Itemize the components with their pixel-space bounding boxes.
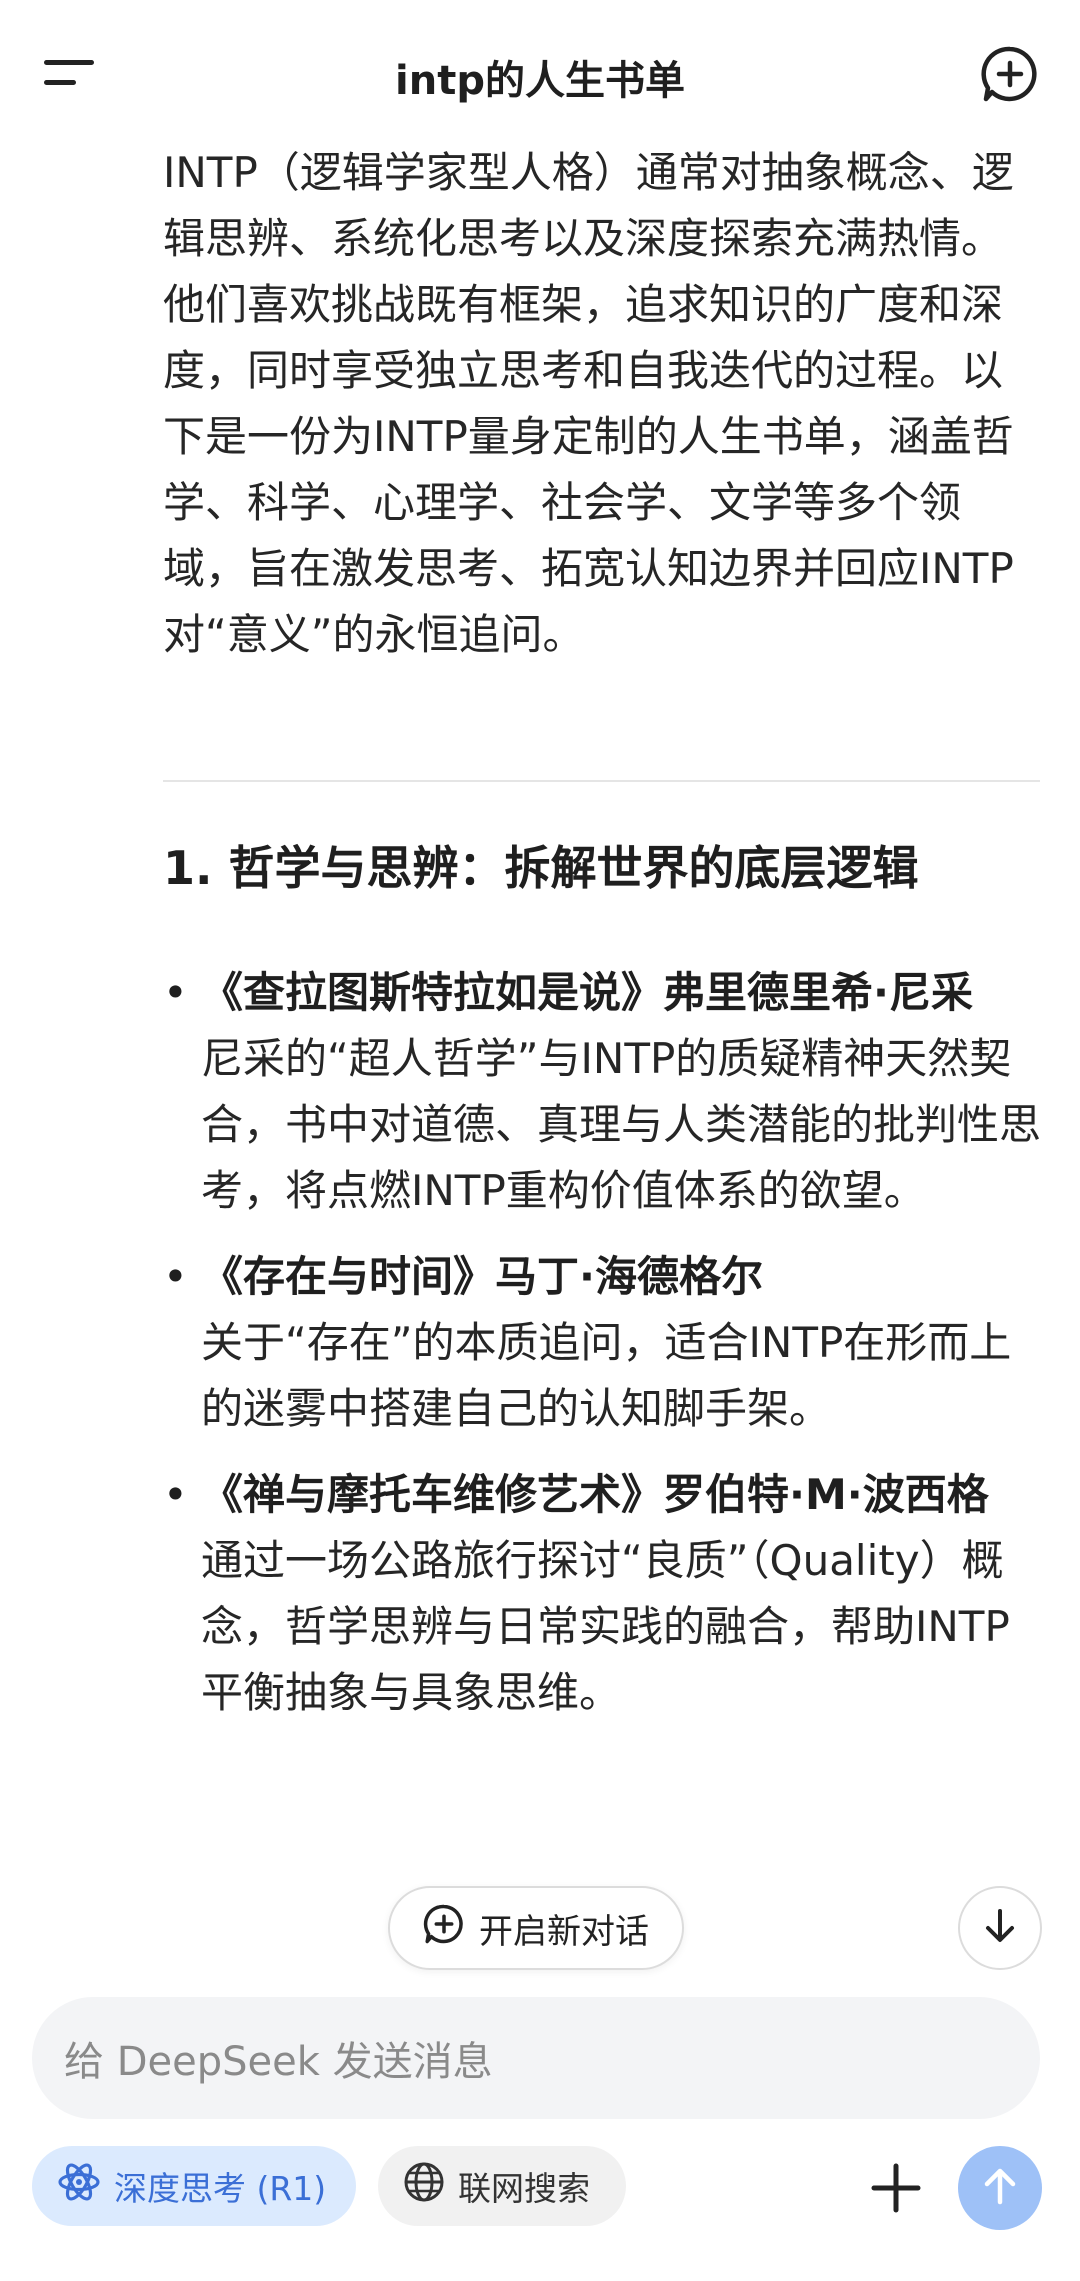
new-dialog-button[interactable]: 开启新对话 [388,1886,684,1970]
new-chat-icon [423,1903,465,1954]
message-placeholder: 给 DeepSeek 发送消息 [64,2039,493,2085]
new-dialog-label: 开启新对话 [479,1911,649,1952]
new-chat-icon[interactable] [980,44,1040,104]
divider [163,780,1040,782]
bullet: • [163,1470,188,1519]
conversation-title: intp的人生书单 [395,58,685,104]
deep-think-label: 深度思考 (R1) [114,2169,327,2208]
book-title: 《禅与摩托车维修艺术》罗伯特·M·波西格 [201,1470,989,1519]
book-description: 尼采的“超人哲学”与INTP的质疑精神天然契合，书中对道德、真理与人类潜能的批判… [201,1034,1042,1215]
list-item: • 《查拉图斯特拉如是说》弗里德里希·尼采 尼采的“超人哲学”与INTP的质疑精… [163,960,1043,1224]
list-item: • 《存在与时间》马丁·海德格尔 关于“存在”的本质追问，适合INTP在形而上的… [163,1244,1043,1442]
message-input[interactable]: 给 DeepSeek 发送消息 [32,1997,1040,2119]
top-bar: intp的人生书单 [0,0,1080,145]
composer: 给 DeepSeek 发送消息 深度思考 (R1) 联网搜索 [0,1970,1080,2281]
message-content[interactable]: INTP（逻辑学家型人格）通常对抽象概念、逻辑思辨、系统化思考以及深度探索充满热… [0,130,1080,2010]
book-description: 关于“存在”的本质追问，适合INTP在形而上的迷雾中搭建自己的认知脚手架。 [201,1318,1012,1433]
arrow-down-icon [980,1906,1020,1950]
arrow-up-icon [978,2164,1022,2212]
attach-plus-icon[interactable] [864,2156,928,2220]
section-heading: 1. 哲学与思辨：拆解世界的底层逻辑 [163,841,919,895]
list-item: • 《禅与摩托车维修艺术》罗伯特·M·波西格 通过一场公路旅行探讨“良质”（Qu… [163,1462,1043,1726]
scroll-down-button[interactable] [958,1886,1042,1970]
bullet: • [163,1252,188,1301]
book-title: 《存在与时间》马丁·海德格尔 [201,1252,763,1301]
globe-icon [402,2160,446,2212]
send-button[interactable] [958,2146,1042,2230]
atom-icon [56,2159,102,2213]
chat-screen: intp的人生书单 INTP（逻辑学家型人格）通常对抽象概念、逻辑思辨、系统化思… [0,0,1080,2281]
book-description: 通过一场公路旅行探讨“良质”（Quality）概念，哲学思辨与日常实践的融合，帮… [201,1536,1010,1717]
web-search-toggle[interactable]: 联网搜索 [378,2146,626,2226]
book-list: • 《查拉图斯特拉如是说》弗里德里希·尼采 尼采的“超人哲学”与INTP的质疑精… [163,960,1043,1746]
book-title: 《查拉图斯特拉如是说》弗里德里希·尼采 [201,968,973,1017]
deep-think-toggle[interactable]: 深度思考 (R1) [32,2146,356,2226]
web-search-label: 联网搜索 [458,2169,590,2208]
intro-paragraph: INTP（逻辑学家型人格）通常对抽象概念、逻辑思辨、系统化思考以及深度探索充满热… [163,148,1014,659]
bullet: • [163,968,188,1017]
